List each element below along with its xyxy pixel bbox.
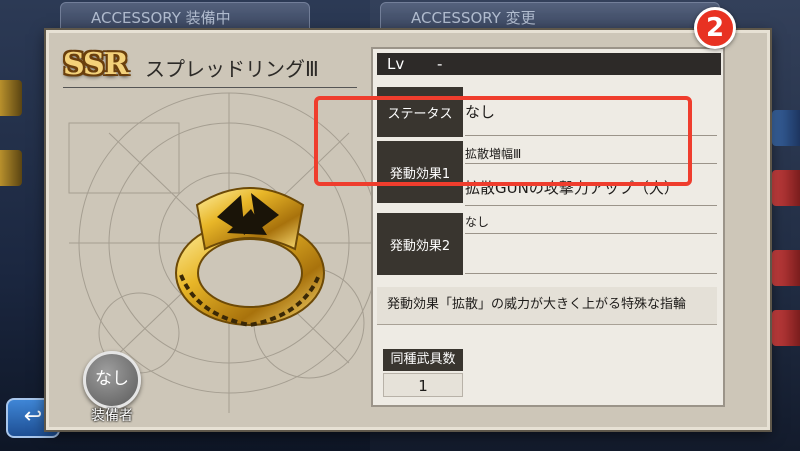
title-divider	[63, 87, 357, 88]
divider	[465, 205, 717, 206]
same-type-count-label: 同種武具数	[383, 349, 463, 371]
ring-icon	[175, 187, 325, 328]
list-item-button[interactable]	[772, 110, 800, 146]
equipper-label: 装備者	[91, 408, 133, 424]
level-value: -	[437, 55, 443, 73]
divider	[465, 273, 717, 274]
tab-accessory-change[interactable]: ACCESSORY 変更	[380, 2, 720, 32]
divider	[465, 233, 717, 234]
list-item-button[interactable]	[772, 170, 800, 206]
unequip-button[interactable]: なし	[83, 351, 141, 409]
rarity-badge: SSR	[63, 47, 129, 82]
step-number-badge: 2	[694, 7, 736, 49]
side-slot[interactable]	[0, 80, 22, 116]
list-item-button[interactable]	[772, 310, 800, 346]
tab-accessory-equipped[interactable]: ACCESSORY 装備中	[60, 2, 310, 32]
effect2-label: 発動効果2	[377, 213, 463, 275]
item-detail-dialog: SSR スプレッドリングⅢ なし 装備者 Lv - ステータス なし 発動効果1…	[46, 30, 770, 430]
same-type-count-value: 1	[383, 373, 463, 397]
effect2-value: なし	[465, 215, 490, 229]
item-description: 発動効果「拡散」の威力が大きく上がる特殊な指輪	[377, 287, 717, 325]
level-label: Lv	[387, 55, 405, 73]
item-name: スプレッドリングⅢ	[145, 57, 319, 81]
level-bar: Lv -	[377, 53, 721, 75]
list-item-button[interactable]	[772, 250, 800, 286]
highlight-box	[314, 96, 692, 186]
side-slot[interactable]	[0, 150, 22, 186]
